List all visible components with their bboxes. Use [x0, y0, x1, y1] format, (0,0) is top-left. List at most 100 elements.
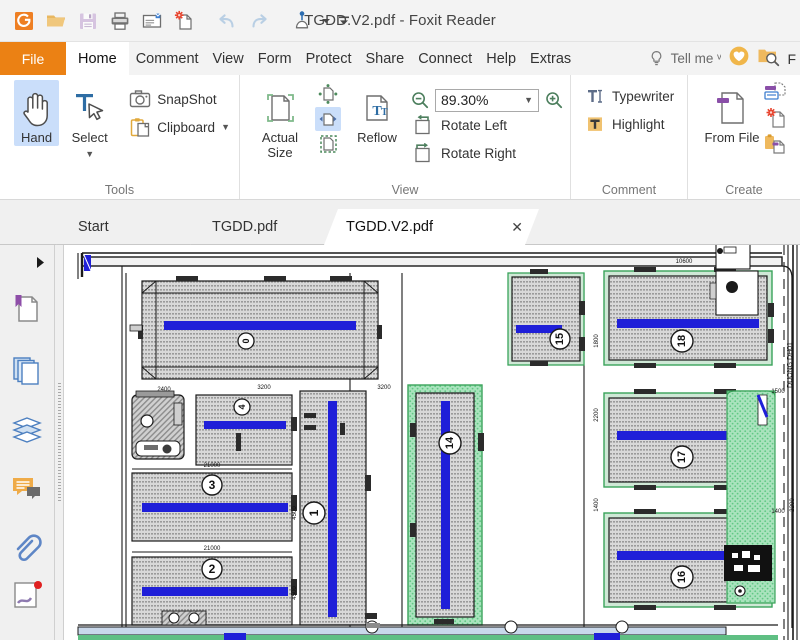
typewriter-icon [588, 89, 602, 103]
sidebar-item-comments[interactable] [4, 459, 50, 519]
highlight-button[interactable]: Highlight [583, 110, 677, 138]
fit-width-icon[interactable] [315, 107, 341, 131]
svg-text:4500: 4500 [292, 506, 298, 520]
ribbon-group-tools-label: Tools [104, 183, 135, 197]
svg-text:T: T [381, 107, 388, 118]
undo-icon[interactable] [212, 6, 242, 36]
snapshot-button[interactable]: SnapShot [126, 85, 233, 113]
document-tab-tgdd-label: TGDD.pdf [212, 218, 278, 235]
sidebar-splitter[interactable] [55, 245, 64, 640]
minimize-ribbon-icon[interactable] [335, 6, 353, 36]
tab-connect[interactable]: Connect [411, 42, 479, 75]
main-area: 0 4 3 21000 2 21000 1 14 15 18 10600 17 … [0, 245, 800, 640]
svg-text:14: 14 [444, 436, 456, 449]
select-dropdown-icon[interactable]: ▼ [85, 149, 94, 159]
sidebar-expand-button[interactable] [0, 245, 54, 279]
save-icon[interactable] [73, 6, 103, 36]
zoom-in-icon[interactable] [544, 90, 564, 110]
close-icon[interactable]: ✕ [511, 219, 523, 236]
select-tool-button[interactable]: Select ▼ [67, 80, 112, 159]
svg-text:DUONG DH01: DUONG DH01 [787, 342, 794, 388]
svg-text:1400: 1400 [771, 509, 785, 515]
tab-home[interactable]: Home [66, 42, 129, 75]
rotate-right-icon [415, 143, 430, 163]
from-file-label: From File [704, 130, 760, 145]
ribbon-group-create: From File Create [688, 75, 800, 199]
svg-text:2: 2 [209, 562, 216, 576]
tab-extras[interactable]: Extras [523, 42, 578, 75]
svg-text:18: 18 [676, 335, 688, 347]
typewriter-label: Typewriter [612, 88, 675, 104]
clipboard-dropdown-icon[interactable]: ▼ [221, 122, 230, 132]
foxit-logo-icon[interactable] [9, 6, 39, 36]
create-blank-icon[interactable] [763, 107, 789, 131]
utility-block [131, 390, 185, 460]
document-tab-tgdd-v2[interactable]: TGDD.V2.pdf ✕ [324, 209, 539, 245]
sidebar-item-bookmarks[interactable] [4, 279, 50, 339]
navigation-sidebar [0, 245, 55, 640]
tab-file[interactable]: File [0, 42, 66, 75]
customize-dropdown-icon[interactable] [319, 6, 333, 36]
zoom-level-input[interactable]: 89.30% ▼ [435, 88, 539, 112]
select-tool-label: Select [71, 130, 108, 145]
tell-me-search[interactable]: Tell me ᵛ [648, 50, 722, 67]
building-3: 3 21000 [131, 463, 297, 542]
email-icon[interactable] [137, 6, 167, 36]
typewriter-button[interactable]: Typewriter [583, 82, 677, 110]
splitter-grip-icon [57, 382, 61, 503]
zoom-dropdown-icon[interactable]: ▼ [524, 95, 533, 105]
pdf-viewport[interactable]: 0 4 3 21000 2 21000 1 14 15 18 10600 17 … [64, 245, 800, 640]
open-icon[interactable] [41, 6, 71, 36]
sidebar-item-pages[interactable] [4, 339, 50, 399]
sidebar-item-signatures[interactable] [4, 579, 50, 619]
tab-form[interactable]: Form [251, 42, 299, 75]
highlight-icon [588, 117, 602, 131]
print-icon[interactable] [105, 6, 135, 36]
rotate-left-button[interactable]: Rotate Left [410, 111, 564, 139]
svg-text:1500: 1500 [771, 389, 785, 395]
svg-text:3200: 3200 [257, 385, 271, 391]
document-tab-start[interactable]: Start [56, 209, 204, 245]
svg-text:16: 16 [676, 571, 688, 583]
create-from-clipboard-icon[interactable] [763, 132, 789, 156]
svg-text:2200: 2200 [594, 408, 600, 422]
svg-text:1: 1 [307, 509, 321, 516]
svg-text:0: 0 [241, 338, 251, 343]
svg-text:3: 3 [209, 478, 216, 492]
svg-text:17: 17 [676, 451, 688, 463]
fit-visible-icon[interactable] [315, 132, 341, 156]
clipboard-button[interactable]: Clipboard ▼ [126, 113, 233, 141]
actual-size-button[interactable]: Actual Size [252, 80, 308, 160]
tab-comment[interactable]: Comment [129, 42, 206, 75]
zoom-out-icon[interactable] [410, 90, 430, 110]
tab-protect[interactable]: Protect [299, 42, 359, 75]
svg-text:4500: 4500 [292, 586, 298, 600]
sidebar-item-attachments[interactable] [4, 519, 50, 579]
rotate-left-icon [415, 115, 430, 135]
actual-size-icon [260, 85, 300, 131]
tab-share[interactable]: Share [359, 42, 412, 75]
customize-icon[interactable] [287, 6, 317, 36]
sidebar-item-layers[interactable] [4, 399, 50, 459]
create-more-actions [760, 80, 792, 156]
zoom-controls: 89.30% ▼ [410, 85, 564, 112]
clipboard-icon [131, 117, 150, 137]
search-folder-icon[interactable] [757, 45, 780, 72]
highlight-label: Highlight [612, 116, 665, 132]
svg-text:4: 4 [237, 404, 247, 409]
ribbon-overflow-label[interactable]: F [787, 51, 798, 67]
redo-icon[interactable] [244, 6, 274, 36]
new-document-icon[interactable] [169, 6, 199, 36]
reflow-button[interactable]: T T Reflow [350, 80, 404, 146]
create-from-file-button[interactable]: From File [704, 80, 760, 146]
tell-me-label: Tell me ᵛ [670, 51, 722, 66]
tab-help[interactable]: Help [479, 42, 523, 75]
create-from-scanner-icon[interactable] [763, 82, 789, 106]
tab-view[interactable]: View [206, 42, 251, 75]
fit-page-icon[interactable] [315, 82, 341, 106]
hand-tool-button[interactable]: Hand [14, 80, 60, 146]
document-tab-tgdd[interactable]: TGDD.pdf [190, 209, 338, 245]
heart-icon[interactable] [728, 45, 750, 72]
ribbon-tab-bar: File Home Comment View Form Protect Shar… [0, 42, 800, 75]
rotate-right-button[interactable]: Rotate Right [410, 139, 564, 167]
